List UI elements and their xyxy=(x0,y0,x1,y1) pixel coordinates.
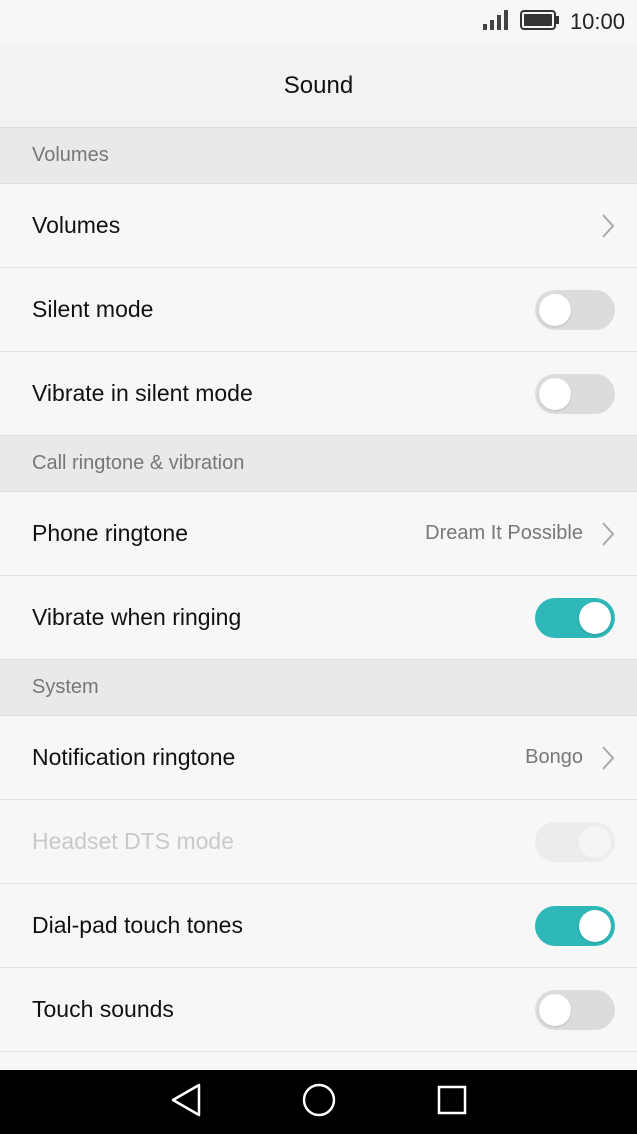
row-label: Vibrate when ringing xyxy=(32,604,242,630)
row-notification-ringtone[interactable]: Notification ringtone Bongo xyxy=(0,716,637,800)
row-value: Bongo xyxy=(525,746,583,768)
row-value: Dream It Possible xyxy=(425,522,583,544)
section-header-call: Call ringtone & vibration xyxy=(0,436,637,492)
navigation-bar xyxy=(0,1070,637,1134)
battery-icon xyxy=(519,9,560,36)
title-bar: Sound xyxy=(0,44,637,128)
status-bar: 10:00 xyxy=(0,0,637,44)
chevron-right-icon xyxy=(601,521,615,547)
headset-dts-toggle xyxy=(535,821,615,862)
row-dialpad-tones: Dial-pad touch tones xyxy=(0,884,637,968)
toggle-knob xyxy=(579,909,611,942)
section-header-volumes: Volumes xyxy=(0,128,637,184)
page-title: Sound xyxy=(283,71,354,99)
recents-square-icon[interactable] xyxy=(436,1084,468,1121)
row-volumes[interactable]: Volumes xyxy=(0,184,637,268)
row-vibrate-silent: Vibrate in silent mode xyxy=(0,352,637,436)
back-triangle-icon[interactable] xyxy=(169,1082,203,1123)
row-label: Dial-pad touch tones xyxy=(32,912,243,938)
row-label: Volumes xyxy=(32,212,121,238)
home-circle-icon[interactable] xyxy=(301,1082,337,1123)
section-header-system: System xyxy=(0,660,637,716)
row-label: Vibrate in silent mode xyxy=(32,380,253,406)
row-phone-ringtone[interactable]: Phone ringtone Dream It Possible xyxy=(0,492,637,576)
row-headset-dts: Headset DTS mode xyxy=(0,800,637,884)
row-label: Phone ringtone xyxy=(32,520,189,546)
vibrate-ringing-toggle[interactable] xyxy=(535,597,615,638)
vibrate-silent-toggle[interactable] xyxy=(535,373,615,414)
row-label: Headset DTS mode xyxy=(32,828,234,854)
toggle-knob xyxy=(539,293,571,326)
toggle-knob xyxy=(579,601,611,634)
toggle-knob xyxy=(579,825,611,858)
row-silent-mode: Silent mode xyxy=(0,268,637,352)
row-vibrate-ringing: Vibrate when ringing xyxy=(0,576,637,660)
settings-list: Volumes Volumes Silent mode Vibrate in s… xyxy=(0,128,637,1052)
silent-mode-toggle[interactable] xyxy=(535,289,615,330)
toggle-knob xyxy=(539,377,571,410)
dialpad-tones-toggle[interactable] xyxy=(535,905,615,946)
touch-sounds-toggle[interactable] xyxy=(535,989,615,1030)
row-label: Notification ringtone xyxy=(32,744,236,770)
chevron-right-icon xyxy=(601,213,615,239)
row-label: Touch sounds xyxy=(32,996,174,1022)
signal-icon xyxy=(482,9,510,36)
row-label: Silent mode xyxy=(32,296,154,322)
chevron-right-icon xyxy=(601,745,615,771)
status-time: 10:00 xyxy=(569,9,625,34)
row-touch-sounds: Touch sounds xyxy=(0,968,637,1052)
toggle-knob xyxy=(539,993,571,1026)
